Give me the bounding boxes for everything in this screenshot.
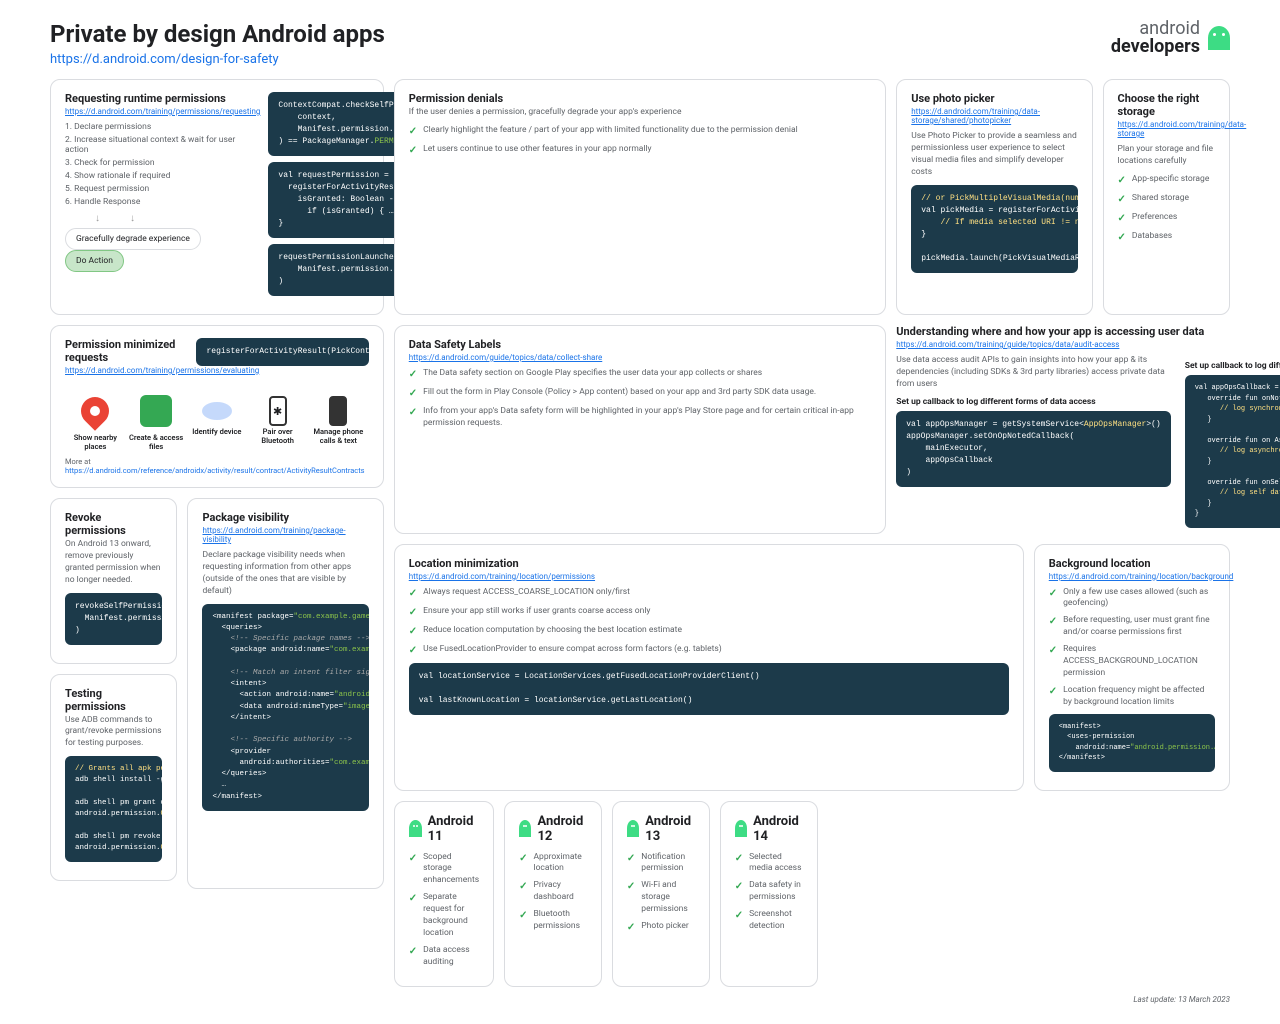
brand-logo: android developers [1111,20,1230,56]
files-icon [140,395,172,427]
audit-link[interactable]: https://d.android.com/training/guide/top… [896,340,1230,349]
photo-link[interactable]: https://d.android.com/training/data-stor… [911,107,1077,125]
pill-degrade: Gracefully degrade experience [65,228,201,250]
code-testing: // Grants all apk permissions adb shell … [65,756,162,862]
background-link[interactable]: https://d.android.com/training/location/… [1049,572,1215,581]
bugdroid-icon [519,820,531,837]
code-background: <manifest> <uses-permission android:name… [1049,714,1215,772]
location-pin-icon [76,391,116,431]
card-android-11: Android 11 Scoped storage enhancements S… [394,801,494,987]
code-audit-callback: val appOpsManager = getSystemService<App… [896,411,1170,487]
code-revoke: revokeSelfPermissionOnKill( Manifest.per… [65,593,162,645]
contracts-link[interactable]: https://d.android.com/reference/androidx… [65,466,365,475]
card-android-13: Android 13 Notification permission Wi-Fi… [612,801,710,987]
card-revoke: Revoke permissions On Android 13 onward,… [50,498,177,664]
bugdroid-icon [735,820,747,837]
bugdroid-icon [1208,26,1230,50]
page-title: Private by design Android apps [50,20,385,48]
page-header: Private by design Android apps https://d… [50,20,1230,67]
code-package: <manifest package="com.example.game"> <q… [202,604,368,811]
location-link[interactable]: https://d.android.com/training/location/… [409,572,1009,581]
package-link[interactable]: https://d.android.com/training/package-v… [202,526,368,544]
minimized-link[interactable]: https://d.android.com/training/permissio… [65,366,186,375]
card-permission-denials: Permission denials If the user denies a … [394,79,887,315]
card-background-location: Background location https://d.android.co… [1034,544,1230,791]
card-photo-picker: Use photo picker https://d.android.com/t… [896,79,1092,315]
card-data-safety: Data Safety Labels https://d.android.com… [394,325,887,534]
code-pick-contact: registerForActivityResult(PickContact())… [196,338,368,366]
card-storage: Choose the right storage https://d.andro… [1103,79,1231,315]
runtime-link[interactable]: https://d.android.com/training/permissio… [65,107,260,116]
code-location: val locationService = LocationServices.g… [409,663,1009,715]
code-photo-picker: // or PickMultipleVisualMedia(num) for m… [911,185,1077,273]
card-android-14: Android 14 Selected media access Data sa… [720,801,818,987]
card-testing: Testing permissions Use ADB commands to … [50,674,177,882]
card-minimized: Permission minimized requests https://d.… [50,325,384,488]
card-location: Location minimization https://d.android.… [394,544,1024,791]
bluetooth-icon: ✱ [269,396,287,426]
last-update: Last update: 13 March 2023 [50,995,1230,1004]
phone-icon [329,396,347,426]
identify-icon [202,402,232,420]
card-android-12: Android 12 Approximate location Privacy … [504,801,602,987]
card-audit: Understanding where and how your app is … [896,325,1230,534]
safety-link[interactable]: https://d.android.com/guide/topics/data/… [409,353,872,362]
pill-do-action: Do Action [65,250,124,272]
permission-icons: Show nearby places Create & access files… [65,395,369,451]
code-audit-override: val appOpsCallback = object : AppOpsMana… [1185,375,1280,528]
page-url[interactable]: https://d.android.com/design-for-safety [50,52,279,67]
card-package-visibility: Package visibility https://d.android.com… [187,498,383,889]
bugdroid-icon [627,820,639,837]
runtime-steps: 1. Declare permissions 2. Increase situa… [65,122,260,207]
storage-link[interactable]: https://d.android.com/training/data-stor… [1118,120,1216,138]
card-runtime-permissions: Requesting runtime permissions https://d… [50,79,384,315]
bugdroid-icon [409,820,422,837]
